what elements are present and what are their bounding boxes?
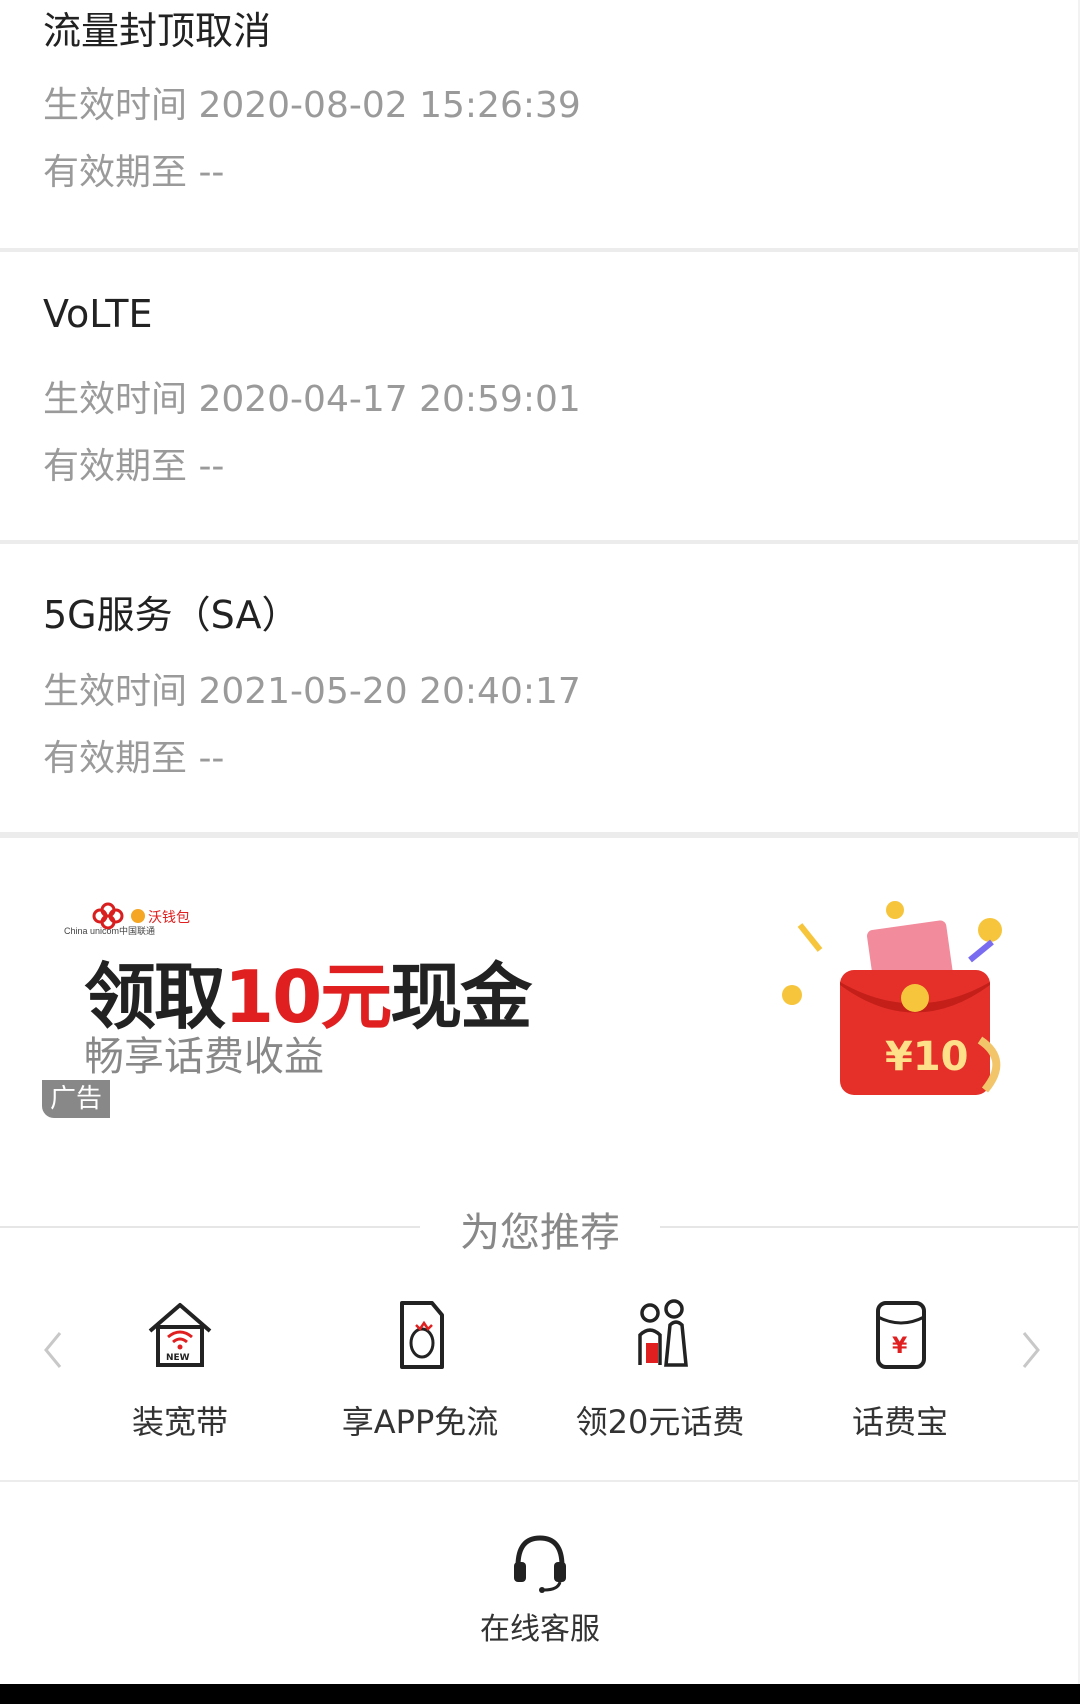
headset-icon <box>514 1535 566 1593</box>
rec-item-label: 话费宝 <box>851 1403 948 1441</box>
divider <box>660 1226 1080 1228</box>
envelope-value: ¥10 <box>885 1034 969 1080</box>
service-title: 5G服务（SA） <box>43 593 300 637</box>
rec-item-label: 享APP免流 <box>341 1403 499 1441</box>
divider <box>0 1226 420 1228</box>
red-envelope-illustration: ¥10 <box>780 890 1020 1110</box>
service-card-3: 5G服务（SA） 生效时间 2021-05-20 20:40:17 有效期至 -… <box>0 544 1080 832</box>
svg-text:NEW: NEW <box>166 1353 190 1363</box>
ad-subtitle: 畅享话费收益 <box>84 1034 324 1080</box>
online-service-label: 在线客服 <box>480 1612 600 1647</box>
rec-item-huafeibao[interactable]: ¥ 话费宝 <box>800 1295 1000 1455</box>
chevron-right-icon[interactable] <box>1016 1325 1046 1375</box>
service-title: VoLTE <box>43 292 153 336</box>
wallet-yuan-icon: ¥ <box>876 1301 926 1369</box>
expiry-date: 有效期至 -- <box>43 152 225 193</box>
people-gift-icon <box>638 1299 688 1367</box>
effective-time: 生效时间 2021-05-20 20:40:17 <box>43 671 581 712</box>
house-wifi-icon: NEW <box>148 1303 212 1367</box>
svg-text:¥: ¥ <box>892 1334 908 1359</box>
effective-time: 生效时间 2020-08-02 15:26:39 <box>43 85 581 126</box>
brand-left-text: China unicom中国联通 <box>64 925 155 936</box>
online-service-button[interactable]: 在线客服 <box>470 1530 610 1648</box>
expiry-date: 有效期至 -- <box>43 446 225 487</box>
chevron-left-icon[interactable] <box>38 1325 68 1375</box>
effective-time: 生效时间 2020-04-17 20:59:01 <box>43 379 581 420</box>
recommend-title: 为您推荐 <box>460 1210 620 1256</box>
service-card-2: VoLTE 生效时间 2020-04-17 20:59:01 有效期至 -- <box>0 252 1080 540</box>
rec-item-label: 装宽带 <box>131 1403 228 1441</box>
service-title: 流量封顶取消 <box>43 9 272 53</box>
unicom-logo: China unicom中国联通 沃钱包 <box>64 900 204 940</box>
rec-item-broadband[interactable]: NEW 装宽带 <box>80 1295 280 1455</box>
system-nav-bar <box>0 1684 1080 1704</box>
ad-badge: 广告 <box>42 1080 110 1118</box>
expiry-date: 有效期至 -- <box>43 738 225 779</box>
rec-item-label: 领20元话费 <box>575 1403 745 1441</box>
service-card-1: 流量封顶取消 生效时间 2020-08-02 15:26:39 有效期至 -- <box>0 0 1080 248</box>
rec-item-app-free-data[interactable]: 享APP免流 <box>320 1295 520 1455</box>
phone-app-icon <box>400 1301 444 1369</box>
brand-right-text: 沃钱包 <box>148 910 190 926</box>
rec-item-20-yuan-credit[interactable]: 领20元话费 <box>560 1295 760 1455</box>
